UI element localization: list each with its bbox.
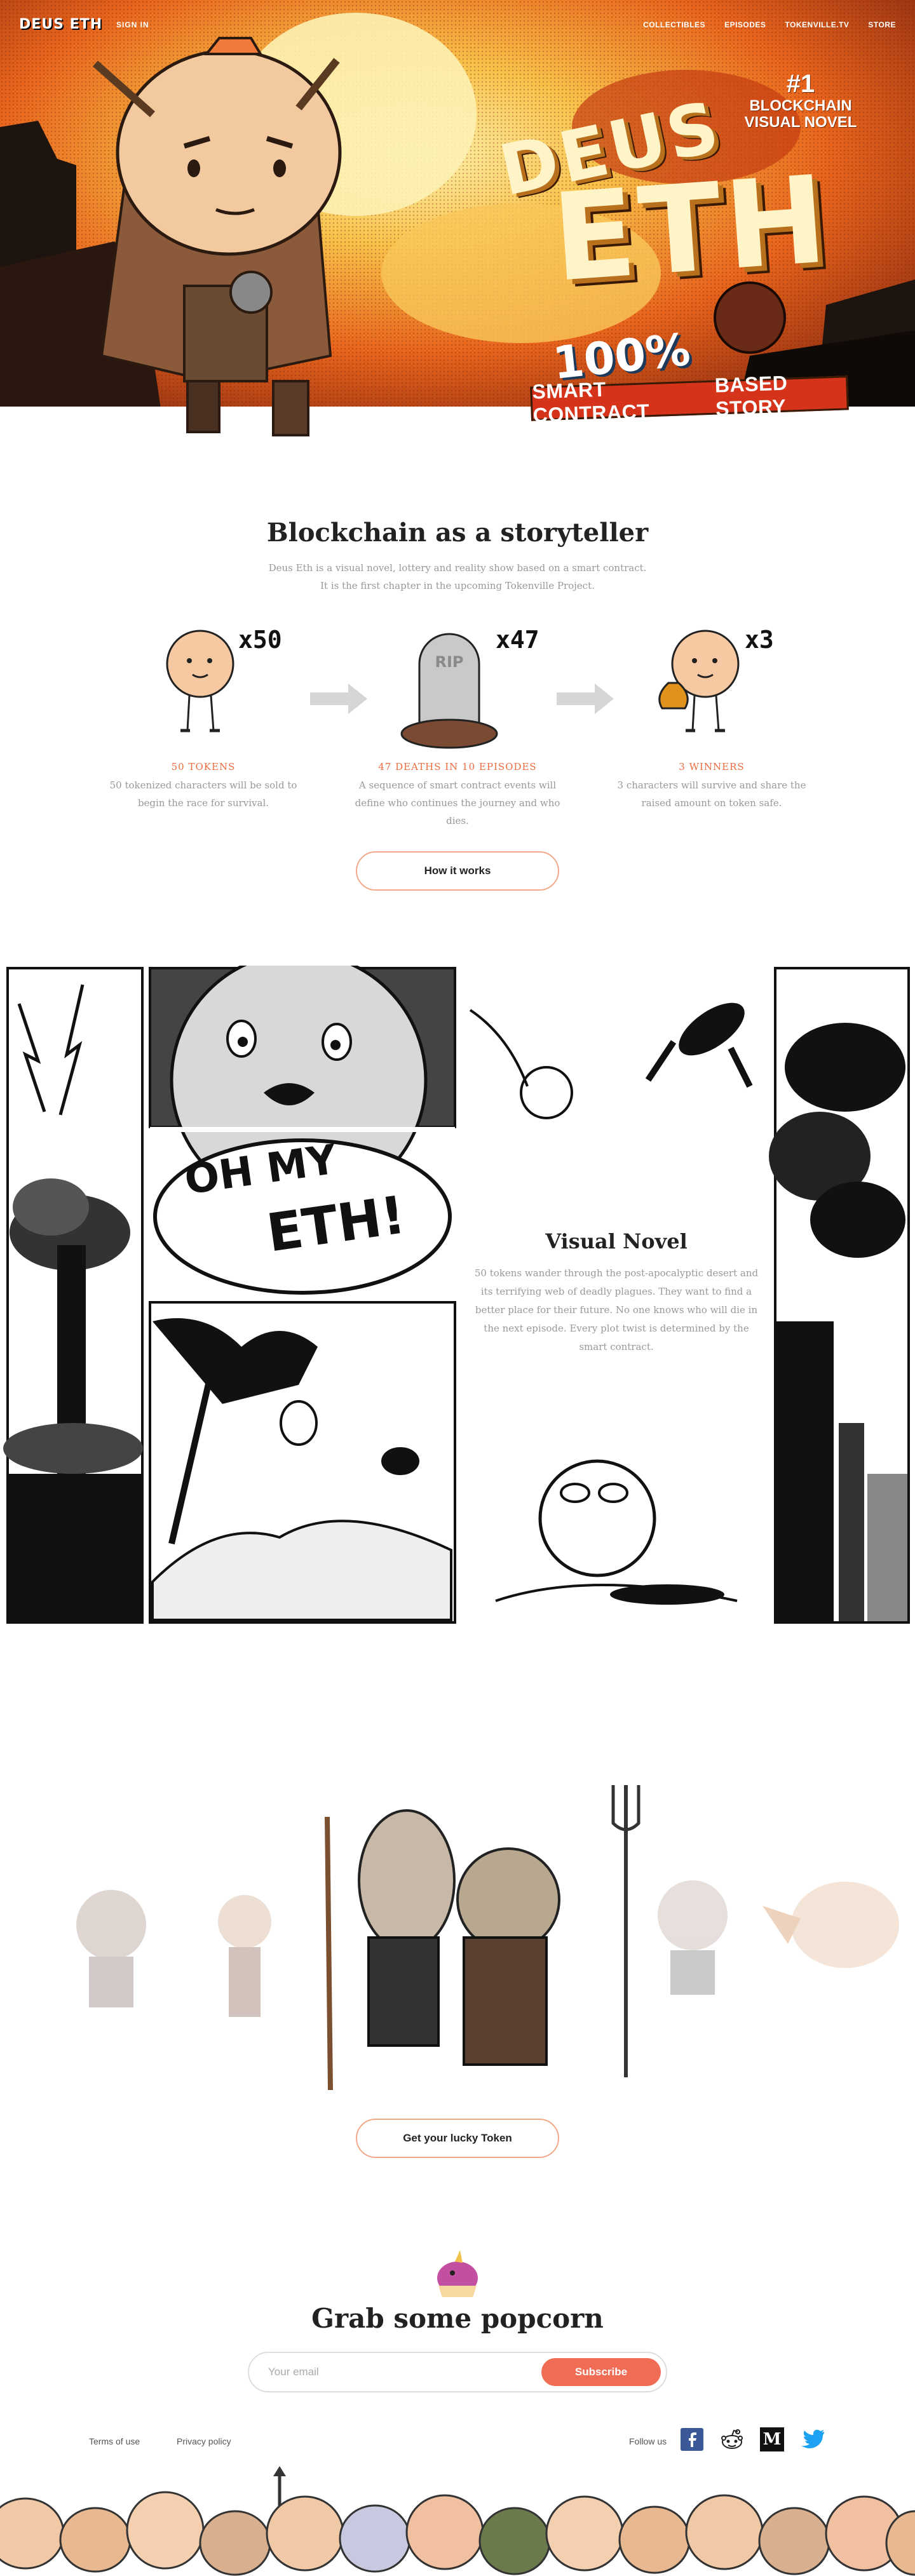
sign-in-link[interactable]: SIGN IN [116, 20, 149, 29]
subscribe-form: Subscribe [248, 2352, 667, 2392]
medium-icon[interactable]: M [760, 2427, 784, 2451]
step-winners: 3 WINNERS 3 characters will survive and … [588, 761, 836, 812]
step-tokens: 50 TOKENS 50 tokenized characters will b… [79, 761, 327, 812]
popcorn-title: Grab some popcorn [311, 2303, 604, 2334]
rank-line-1: BLOCKCHAIN [749, 97, 852, 114]
step-label: 47 DEATHS IN 10 EPISODES [378, 761, 537, 772]
multiplier-x47: x47 [496, 626, 539, 654]
hero-ribbon: SMART CONTRACT BASED STORY [530, 372, 849, 427]
privacy-policy-link[interactable]: Privacy policy [177, 2436, 231, 2446]
comic-goggles-character [495, 1459, 738, 1605]
subscribe-button[interactable]: Subscribe [541, 2358, 661, 2386]
multiplier-x50: x50 [238, 626, 282, 654]
email-input[interactable] [268, 2362, 522, 2382]
reddit-icon[interactable] [720, 2427, 744, 2451]
featured-characters [325, 1785, 640, 2091]
arrow-right-icon [557, 684, 614, 714]
step-label: 50 TOKENS [171, 761, 236, 772]
comic-panel-crash [149, 1301, 456, 1624]
crowd-illustration [0, 2466, 915, 2576]
nav-link-collectibles[interactable]: COLLECTIBLES [643, 20, 705, 29]
winner-character-icon [658, 630, 740, 732]
nav-links: COLLECTIBLES EPISODES TOKENVILLE.TV STOR… [643, 20, 896, 29]
unicorn-popcorn-icon [437, 2250, 478, 2297]
multiplier-x3: x3 [745, 626, 774, 654]
how-it-works-button[interactable]: How it works [356, 851, 559, 891]
step-deaths: 47 DEATHS IN 10 EPISODES A sequence of s… [334, 761, 581, 830]
ribbon-text-right: BASED STORY [714, 371, 788, 421]
storyteller-title: Blockchain as a storyteller [266, 518, 649, 548]
facebook-icon[interactable] [680, 2427, 704, 2451]
hero-banner: DEUS ETH SIGN IN COLLECTIBLES EPISODES T… [0, 0, 915, 438]
comic-panels [3, 966, 910, 1624]
nav-link-tokenville-tv[interactable]: TOKENVILLE.TV [785, 20, 849, 29]
top-navigation: DEUS ETH SIGN IN COLLECTIBLES EPISODES T… [0, 0, 915, 51]
storyteller-illustrations [166, 630, 740, 749]
comic-panel-city [769, 967, 910, 1624]
comic-panel-explosion [3, 967, 144, 1624]
nav-link-episodes[interactable]: EPISODES [724, 20, 766, 29]
rank-number: #1 [786, 70, 815, 98]
tombstone-icon [400, 633, 498, 749]
follow-us-label: Follow us [629, 2436, 667, 2446]
terms-of-use-link[interactable]: Terms of use [89, 2436, 140, 2446]
visual-novel-description: 50 tokens wander through the post-apocal… [474, 1267, 759, 1352]
rank-badge: #1 BLOCKCHAIN VISUAL NOVEL [731, 70, 871, 131]
ribbon-text-left: SMART CONTRACT [531, 377, 650, 427]
site-logo[interactable]: DEUS ETH [19, 17, 102, 32]
arrow-right-icon [310, 684, 367, 714]
twitter-icon[interactable] [801, 2427, 825, 2451]
step-description: A sequence of smart contract events will… [355, 779, 560, 826]
nav-link-store[interactable]: STORE [868, 20, 896, 29]
hero-title-eth: ETH [548, 149, 835, 309]
tombstone-label: RIP [435, 653, 464, 671]
step-description: 3 characters will survive and share the … [617, 779, 806, 809]
storyteller-subtitle: Deus Eth is a visual novel, lottery and … [268, 562, 647, 591]
step-label: 3 WINNERS [679, 761, 745, 772]
rank-line-2: VISUAL NOVEL [744, 114, 857, 131]
visual-novel-title: Visual Novel [545, 1229, 688, 1253]
medium-icon-glyph: M [762, 2430, 782, 2449]
step-description: 50 tokenized characters will be sold to … [109, 779, 297, 809]
get-lucky-token-button[interactable]: Get your lucky Token [356, 2119, 559, 2158]
comic-flying-character [469, 1002, 753, 1119]
token-character-icon [166, 630, 234, 732]
characters-lineup [76, 1785, 899, 2091]
